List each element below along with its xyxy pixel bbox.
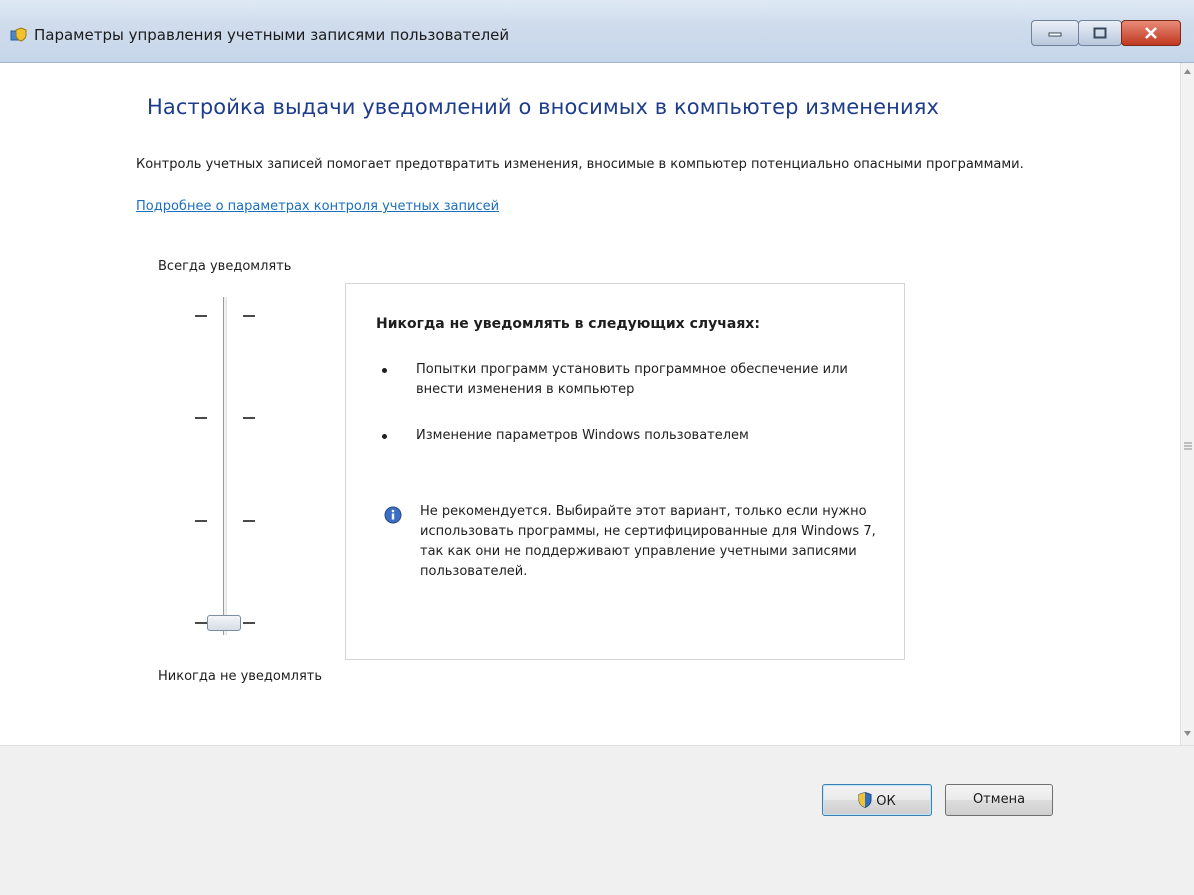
level-description-panel: Никогда не уведомлять в следующих случая… (345, 283, 905, 660)
cancel-button-label: Отмена (972, 792, 1026, 807)
slider-bottom-label: Никогда не уведомлять (158, 669, 323, 684)
uac-shield-icon (858, 792, 872, 808)
title-bar[interactable]: Параметры управления учетными записями п… (0, 0, 1194, 63)
close-icon (1145, 27, 1157, 39)
uac-settings-icon (10, 27, 27, 42)
slider-tick (243, 520, 255, 522)
slider-track[interactable] (223, 297, 227, 635)
bullet-text: Изменение параметров Windows пользовател… (416, 428, 749, 443)
dialog-footer: ОК Отмена (0, 746, 1194, 895)
info-icon (384, 506, 402, 524)
slider-tick (243, 315, 255, 317)
maximize-button[interactable] (1078, 20, 1122, 46)
window-title: Параметры управления учетными записями п… (34, 26, 510, 44)
scroll-down-icon[interactable] (1184, 731, 1191, 736)
slider-thumb[interactable] (207, 615, 241, 631)
bullet-icon (382, 434, 387, 439)
scroll-up-icon[interactable] (1184, 69, 1191, 74)
learn-more-link[interactable]: Подробнее о параметрах контроля учетных … (136, 199, 499, 214)
minimize-icon (1048, 32, 1062, 37)
slider-top-label: Всегда уведомлять (158, 259, 292, 274)
slider-tick (195, 315, 207, 317)
slider-tick (195, 417, 207, 419)
notification-level-slider[interactable] (185, 297, 265, 642)
list-item: Попытки программ установить программное … (382, 360, 862, 400)
bullet-text: Попытки программ установить программное … (416, 362, 848, 397)
scroll-grip-icon[interactable] (1183, 441, 1193, 451)
ok-button-label: ОК (876, 794, 896, 809)
main-content: Настройка выдачи уведомлений о вносимых … (0, 63, 1180, 745)
minimize-button[interactable] (1031, 20, 1079, 46)
close-button[interactable] (1121, 20, 1181, 46)
slider-tick (195, 520, 207, 522)
vertical-scrollbar[interactable] (1180, 63, 1194, 745)
list-item: Изменение параметров Windows пользовател… (382, 426, 862, 446)
cancel-button[interactable]: Отмена (945, 784, 1053, 816)
description-text: Контроль учетных записей помогает предот… (136, 157, 1024, 172)
page-heading: Настройка выдачи уведомлений о вносимых … (147, 95, 939, 119)
slider-tick (195, 622, 207, 624)
ok-button[interactable]: ОК (822, 784, 932, 816)
panel-title: Никогда не уведомлять в следующих случая… (376, 316, 760, 332)
slider-tick (243, 622, 255, 624)
bullet-icon (382, 368, 387, 373)
maximize-icon (1093, 27, 1107, 39)
warning-text: Не рекомендуется. Выбирайте этот вариант… (420, 504, 876, 579)
slider-tick (243, 417, 255, 419)
